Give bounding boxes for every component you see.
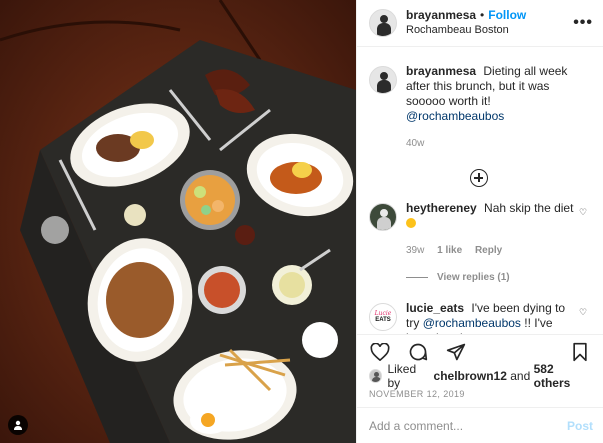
- caption-mention-link[interactable]: @rochambeaubos: [406, 109, 504, 123]
- comment-username[interactable]: lucie_eats: [406, 301, 464, 315]
- likes-prefix: Liked by: [387, 362, 417, 390]
- comment-username[interactable]: heythereney: [406, 201, 477, 215]
- add-circle-icon[interactable]: [470, 169, 488, 187]
- grinning-face-icon: [406, 218, 416, 228]
- comments-list[interactable]: brayanmesa Dieting all week after this b…: [357, 48, 603, 334]
- add-comment-bar: Post: [357, 407, 603, 443]
- comment-body: heythereney Nah skip the diet 39w 1 like…: [406, 201, 577, 258]
- comment-item: heythereney Nah skip the diet 39w 1 like…: [369, 201, 589, 258]
- likes-conjunction: and: [510, 369, 531, 383]
- liker-username[interactable]: chelbrown12: [434, 369, 507, 383]
- comment-meta: 39w 1 like Reply: [406, 243, 577, 258]
- avatar-logo-top: Lucie: [374, 310, 392, 317]
- bookmark-icon[interactable]: [569, 341, 591, 363]
- comment-item: Lucie EATS lucie_eats I've been dying to…: [369, 301, 589, 334]
- caption-meta: 40w: [406, 136, 589, 151]
- author-avatar[interactable]: [369, 9, 397, 37]
- follow-button[interactable]: Follow: [488, 8, 526, 22]
- comment-text: Nah skip the diet: [484, 201, 574, 215]
- avatar-logo-bottom: EATS: [375, 317, 391, 323]
- header-text: brayanmesa • Follow Rochambeau Boston: [406, 8, 573, 38]
- comment-likes[interactable]: 1 like: [437, 245, 462, 256]
- replies-divider-line: [406, 277, 428, 278]
- author-username[interactable]: brayanmesa: [406, 8, 476, 22]
- likes-summary: Liked by chelbrown12 and 582 others: [357, 362, 603, 390]
- comment-input[interactable]: [369, 418, 567, 433]
- view-replies-label: View replies (1): [437, 272, 510, 283]
- post-photo[interactable]: [0, 0, 356, 443]
- likes-others-link[interactable]: 582 others: [534, 362, 591, 390]
- more-options-icon[interactable]: •••: [573, 14, 593, 32]
- view-replies-button[interactable]: View replies (1): [406, 272, 589, 283]
- instagram-post: brayanmesa • Follow Rochambeau Boston ••• …: [0, 0, 603, 443]
- heart-small-icon[interactable]: ♡: [577, 307, 589, 318]
- caption: brayanmesa Dieting all week after this b…: [369, 64, 589, 151]
- commenter-avatar[interactable]: [369, 203, 397, 231]
- caption-time[interactable]: 40w: [406, 138, 424, 149]
- post-side-panel: brayanmesa • Follow Rochambeau Boston ••• …: [356, 0, 603, 443]
- comment-icon[interactable]: [407, 341, 429, 363]
- heart-small-icon[interactable]: ♡: [577, 207, 589, 218]
- liker-avatar[interactable]: [369, 369, 383, 383]
- person-tag-icon[interactable]: [8, 415, 28, 435]
- caption-username[interactable]: brayanmesa: [406, 64, 476, 78]
- post-comment-button[interactable]: Post: [567, 419, 593, 433]
- comment-mention-link[interactable]: @rochambeaubos: [423, 316, 521, 330]
- reply-button[interactable]: Reply: [475, 245, 502, 256]
- caption-body: brayanmesa Dieting all week after this b…: [406, 64, 589, 151]
- comment-time[interactable]: 39w: [406, 245, 424, 256]
- post-location[interactable]: Rochambeau Boston: [406, 23, 573, 38]
- heart-icon[interactable]: [369, 341, 391, 363]
- separator-dot: •: [480, 8, 485, 22]
- commenter-avatar[interactable]: Lucie EATS: [369, 303, 397, 331]
- post-header: brayanmesa • Follow Rochambeau Boston •••: [357, 0, 603, 47]
- comment-body: lucie_eats I've been dying to try @rocha…: [406, 301, 577, 334]
- brunch-food-image: [0, 0, 356, 443]
- share-icon[interactable]: [445, 341, 467, 363]
- load-more-comments: [369, 169, 589, 187]
- caption-avatar[interactable]: [369, 66, 397, 94]
